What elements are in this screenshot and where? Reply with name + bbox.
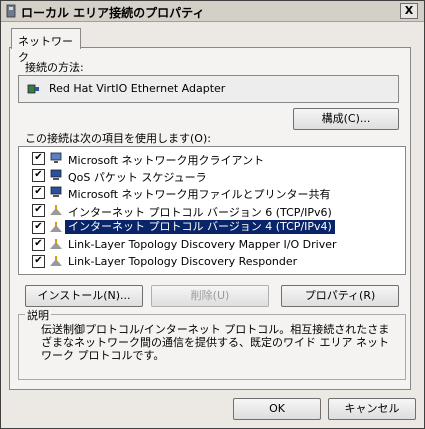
- checkbox[interactable]: ✔: [32, 255, 45, 268]
- description-title: 説明: [25, 307, 51, 323]
- list-item-label: QoS パケット スケジューラ: [68, 171, 207, 184]
- properties-window: ローカル エリア接続のプロパティ X ネットワーク 接続の方法: Red Hat…: [0, 0, 425, 429]
- protocol-icon: [50, 222, 62, 232]
- checkbox[interactable]: ✔: [32, 169, 45, 182]
- items-label: この接続は次の項目を使用します(O):: [25, 132, 211, 145]
- list-item[interactable]: ✔ Microsoft ネットワーク用クライアント: [19, 150, 405, 167]
- properties-button[interactable]: プロパティ(R): [281, 285, 399, 307]
- adapter-box: Red Hat VirtIO Ethernet Adapter: [18, 75, 399, 103]
- checkbox[interactable]: ✔: [32, 221, 45, 234]
- list-item[interactable]: ✔ Microsoft ネットワーク用ファイルとプリンター共有: [19, 184, 405, 201]
- install-button[interactable]: インストール(N)...: [25, 285, 143, 307]
- list-item[interactable]: ✔ Link-Layer Topology Discovery Mapper I…: [19, 236, 405, 252]
- protocol-icon: [50, 239, 62, 249]
- list-item[interactable]: ✔ QoS パケット スケジューラ: [19, 167, 405, 184]
- client-icon: [50, 152, 62, 163]
- list-item[interactable]: ✔ インターネット プロトコル バージョン 4 (TCP/IPv4): [19, 219, 405, 235]
- window-title: ローカル エリア接続のプロパティ: [21, 6, 205, 20]
- configure-button[interactable]: 構成(C)...: [293, 108, 399, 130]
- tab-network[interactable]: ネットワーク: [11, 28, 81, 64]
- description-text: 伝送制御プロトコル/インターネット プロトコル。相互接続されたさまざまなネットワ…: [41, 323, 390, 362]
- ok-button[interactable]: OK: [233, 398, 321, 420]
- uninstall-button[interactable]: 削除(U): [151, 285, 269, 307]
- protocol-icon: [50, 256, 62, 266]
- tab-network-label: ネットワーク: [18, 35, 73, 64]
- list-item-label: インターネット プロトコル バージョン 6 (TCP/IPv6): [68, 206, 332, 219]
- network-adapter-icon: [27, 84, 39, 94]
- list-item-label: Microsoft ネットワーク用ファイルとプリンター共有: [68, 188, 331, 201]
- protocol-icon: [50, 205, 62, 215]
- share-icon: [50, 186, 62, 197]
- network-connection-icon: [6, 4, 16, 18]
- list-item-label: Link-Layer Topology Discovery Mapper I/O…: [68, 238, 337, 251]
- qos-icon: [50, 169, 62, 180]
- checkbox[interactable]: ✔: [32, 152, 45, 165]
- list-item-label: Microsoft ネットワーク用クライアント: [68, 154, 265, 167]
- checkbox[interactable]: ✔: [32, 238, 45, 251]
- checkbox[interactable]: ✔: [32, 204, 45, 217]
- list-item-label: インターネット プロトコル バージョン 4 (TCP/IPv4): [65, 220, 335, 234]
- checkbox[interactable]: ✔: [32, 186, 45, 199]
- components-list[interactable]: ✔ Microsoft ネットワーク用クライアント ✔ QoS パケット スケジ…: [18, 146, 406, 275]
- adapter-name: Red Hat VirtIO Ethernet Adapter: [49, 82, 226, 95]
- list-item-label: Link-Layer Topology Discovery Responder: [68, 255, 298, 268]
- list-item[interactable]: ✔ インターネット プロトコル バージョン 6 (TCP/IPv6): [19, 202, 405, 219]
- close-button[interactable]: X: [400, 3, 418, 19]
- cancel-button[interactable]: キャンセル: [328, 398, 416, 420]
- title-bar[interactable]: ローカル エリア接続のプロパティ X: [1, 1, 424, 22]
- list-item[interactable]: ✔ Link-Layer Topology Discovery Responde…: [19, 253, 405, 269]
